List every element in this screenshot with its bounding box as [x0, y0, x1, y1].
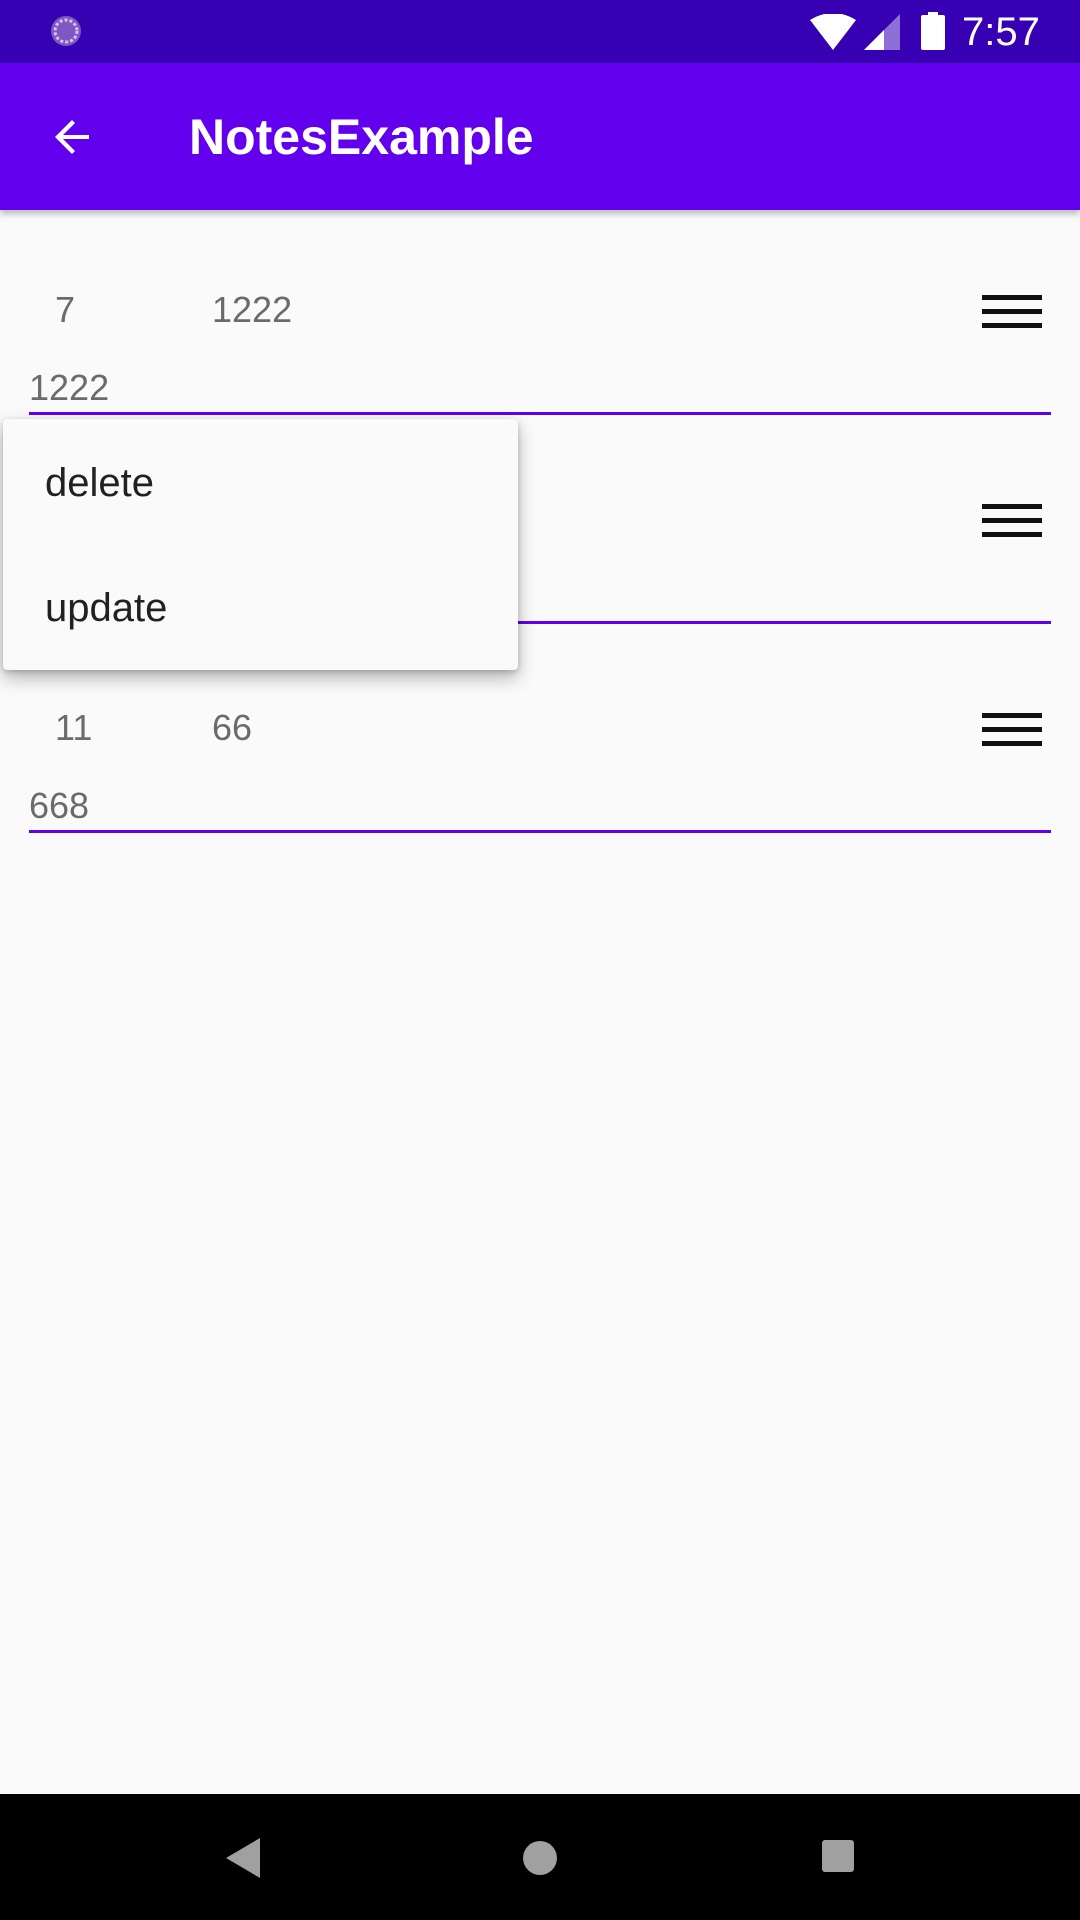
- menu-item-label: update: [45, 586, 168, 630]
- menu-item-label: delete: [45, 461, 154, 505]
- navigation-bar: [0, 1794, 1080, 1920]
- arrow-back-icon: [55, 120, 89, 154]
- note-text-field[interactable]: 1222: [29, 364, 1051, 415]
- menu-item-update[interactable]: update: [3, 544, 518, 669]
- note-title: 1222: [212, 289, 293, 330]
- note-id: 7: [55, 289, 76, 330]
- wifi-icon: [810, 14, 856, 50]
- note-title: 66: [212, 707, 253, 748]
- menu-icon[interactable]: [970, 690, 1042, 750]
- nav-recents-icon[interactable]: [821, 1839, 855, 1873]
- menu-item-delete[interactable]: delete: [3, 419, 518, 544]
- loading-spinner-icon: [51, 16, 81, 46]
- menu-icon[interactable]: [970, 481, 1042, 541]
- app-bar: NotesExample: [0, 63, 1080, 210]
- nav-back-icon[interactable]: [222, 1836, 262, 1880]
- menu-icon[interactable]: [970, 272, 1042, 332]
- note-row[interactable]: 7 1222 1222: [0, 232, 1080, 441]
- note-text-field[interactable]: 668: [29, 782, 1051, 833]
- note-id: 11: [55, 707, 93, 748]
- nav-home-icon[interactable]: [520, 1838, 560, 1878]
- back-button[interactable]: [28, 99, 118, 175]
- cell-signal-icon: [864, 14, 900, 50]
- app-title: NotesExample: [189, 109, 534, 165]
- battery-icon: [921, 12, 945, 50]
- status-time: 7:57: [962, 10, 1040, 54]
- status-bar: 7:57: [0, 0, 1080, 63]
- note-row[interactable]: 11 66 668: [0, 650, 1080, 859]
- popup-menu: delete update: [3, 419, 518, 670]
